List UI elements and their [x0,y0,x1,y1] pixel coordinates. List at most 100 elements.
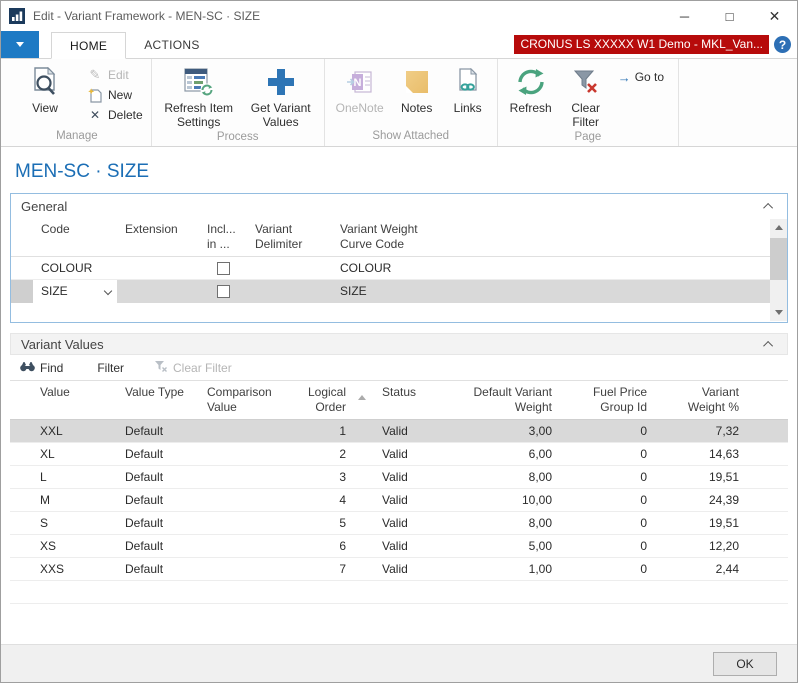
row-selector[interactable] [11,257,33,280]
value-type-cell[interactable]: Default [117,466,199,489]
extension-cell[interactable] [117,280,199,303]
row-selector[interactable] [10,489,32,512]
col-status[interactable]: Status [374,381,464,420]
general-scrollbar[interactable] [770,219,787,321]
value-cell[interactable]: XS [32,535,117,558]
scrollbar-thumb[interactable] [770,238,787,280]
comparison-cell[interactable] [199,443,294,466]
refresh-button[interactable]: Refresh [502,61,560,115]
col-fuel-price-group-id[interactable]: Fuel Price Group Id [574,381,669,420]
weight-cell[interactable]: 8,00 [464,466,574,489]
general-col-incl[interactable]: Incl... in ... [199,218,247,257]
incl-cell[interactable] [199,257,247,280]
logical-order-cell[interactable]: 1 [294,420,352,443]
minimize-icon[interactable]: ─ [662,1,707,31]
general-section-header[interactable]: General [11,194,787,218]
weight-pct-cell[interactable]: 7,32 [669,420,769,443]
status-cell[interactable]: Valid [374,489,464,512]
status-cell[interactable]: Valid [374,535,464,558]
refresh-item-settings-button[interactable]: Refresh Item Settings [156,61,242,129]
logical-order-cell[interactable]: 5 [294,512,352,535]
row-selector[interactable] [10,535,32,558]
variant-value-row[interactable]: XSDefault6Valid5,00012,20 [10,535,788,558]
ok-button[interactable]: OK [713,652,777,676]
comparison-cell[interactable] [199,489,294,512]
find-button[interactable]: Find [12,357,71,379]
collapse-chevron-icon[interactable] [763,202,773,212]
value-type-cell[interactable]: Default [117,420,199,443]
weight-pct-cell[interactable]: 14,63 [669,443,769,466]
variant-value-row[interactable]: XXLDefault1Valid3,0007,32 [10,420,788,443]
value-cell[interactable]: XL [32,443,117,466]
fuel-price-cell[interactable]: 0 [574,443,669,466]
comparison-cell[interactable] [199,558,294,581]
maximize-icon[interactable]: □ [707,1,752,31]
app-menu-button[interactable] [1,31,39,58]
row-selector[interactable] [10,466,32,489]
incl-cell[interactable] [199,280,247,303]
weight-cell[interactable]: 6,00 [464,443,574,466]
value-type-cell[interactable]: Default [117,535,199,558]
new-button[interactable]: New [83,85,147,105]
logical-order-cell[interactable]: 4 [294,489,352,512]
status-cell[interactable]: Valid [374,512,464,535]
col-value[interactable]: Value [32,381,117,420]
fuel-price-cell[interactable]: 0 [574,512,669,535]
filter-button[interactable]: Filter [89,357,132,379]
variant-values-header[interactable]: Variant Values [10,333,788,355]
general-col-delimiter[interactable]: Variant Delimiter [247,218,332,257]
value-cell[interactable]: XXS [32,558,117,581]
onenote-button[interactable]: N OneNote [329,61,391,115]
links-button[interactable]: Links [443,61,493,115]
col-logical-order[interactable]: Logical Order [294,381,352,420]
comparison-cell[interactable] [199,466,294,489]
notes-button[interactable]: Notes [391,61,443,115]
weight-cell[interactable]: 10,00 [464,489,574,512]
value-type-cell[interactable]: Default [117,558,199,581]
edit-button[interactable]: ✎ Edit [83,65,147,85]
variant-value-row[interactable]: MDefault4Valid10,00024,39 [10,489,788,512]
delimiter-cell[interactable] [247,280,332,303]
value-cell[interactable]: L [32,466,117,489]
checkbox[interactable] [217,285,230,298]
status-cell[interactable]: Valid [374,443,464,466]
status-cell[interactable]: Valid [374,420,464,443]
comparison-cell[interactable] [199,420,294,443]
col-default-variant-weight[interactable]: Default Variant Weight [464,381,574,420]
close-icon[interactable]: ✕ [752,1,797,31]
collapse-chevron-icon[interactable] [763,340,773,350]
weight-cell[interactable]: 8,00 [464,512,574,535]
logical-order-cell[interactable]: 7 [294,558,352,581]
curve-code-cell[interactable]: SIZE [332,280,787,303]
combobox-chevron-icon[interactable] [104,287,112,295]
row-selector[interactable] [10,512,32,535]
goto-button[interactable]: → Go to [614,67,668,87]
variant-value-row[interactable]: SDefault5Valid8,00019,51 [10,512,788,535]
row-selector[interactable] [10,558,32,581]
fuel-price-cell[interactable]: 0 [574,558,669,581]
code-cell[interactable]: SIZE [33,280,117,303]
variant-value-row[interactable]: LDefault3Valid8,00019,51 [10,466,788,489]
value-type-cell[interactable]: Default [117,489,199,512]
scroll-down-icon[interactable] [770,304,787,321]
general-row[interactable]: COLOURCOLOUR [11,257,787,280]
col-comparison-value[interactable]: Comparison Value [199,381,294,420]
tab-home[interactable]: HOME [51,32,126,59]
weight-cell[interactable]: 5,00 [464,535,574,558]
logical-order-cell[interactable]: 6 [294,535,352,558]
help-icon[interactable]: ? [774,36,791,53]
delimiter-cell[interactable] [247,257,332,280]
clear-filter-toolbar-button[interactable]: Clear Filter [146,357,240,379]
general-col-code[interactable]: Code [33,218,117,257]
weight-cell[interactable]: 3,00 [464,420,574,443]
checkbox[interactable] [217,262,230,275]
value-cell[interactable]: M [32,489,117,512]
logical-order-cell[interactable]: 3 [294,466,352,489]
scroll-up-icon[interactable] [770,219,787,236]
code-cell[interactable]: COLOUR [33,257,117,280]
status-cell[interactable]: Valid [374,558,464,581]
weight-pct-cell[interactable]: 19,51 [669,466,769,489]
extension-cell[interactable] [117,257,199,280]
general-col-extension[interactable]: Extension [117,218,199,257]
variant-value-row[interactable]: XLDefault2Valid6,00014,63 [10,443,788,466]
